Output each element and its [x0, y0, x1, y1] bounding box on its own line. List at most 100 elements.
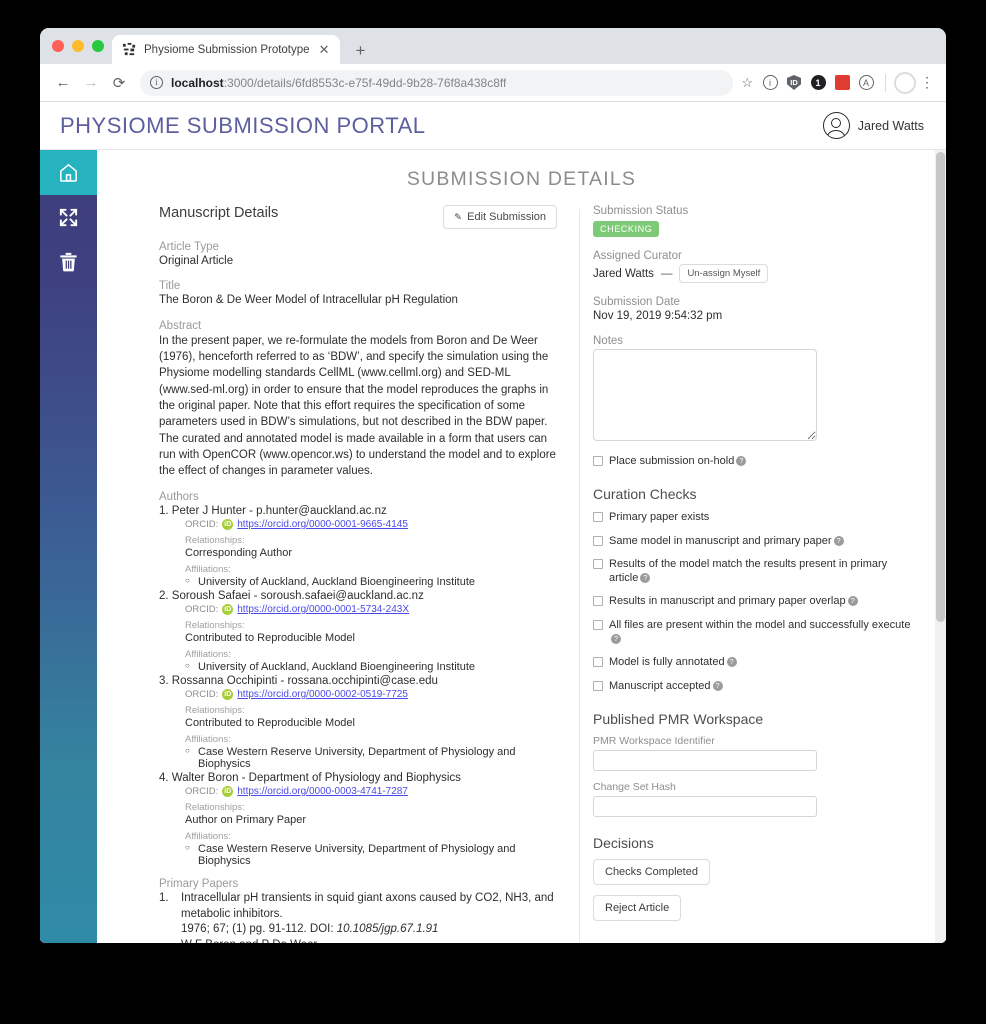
curation-check-checkbox[interactable] [593, 619, 603, 630]
on-hold-checkbox-row[interactable]: Place submission on-hold? [593, 454, 918, 468]
status-panel: Submission Status CHECKING Assigned Cura… [580, 205, 946, 943]
tab-title: Physiome Submission Prototype [144, 43, 310, 56]
help-icon[interactable]: ? [833, 535, 844, 546]
curation-check-row[interactable]: Primary paper exists [593, 510, 918, 524]
manuscript-heading: Manuscript Details [159, 205, 279, 221]
edit-submission-button[interactable]: ✎ Edit Submission [443, 205, 557, 229]
web-app: PHYSIOME SUBMISSION PORTAL Jared Watts S… [40, 102, 946, 943]
minimize-window-button[interactable] [72, 40, 84, 52]
primary-papers-list: 1. Intracellular pH transients in squid g… [159, 891, 557, 943]
help-icon[interactable]: ? [712, 680, 723, 691]
tab-close-icon[interactable]: ✕ [317, 43, 332, 56]
relationship-value: Corresponding Author [185, 546, 293, 559]
browser-tab[interactable]: Physiome Submission Prototype ✕ [112, 35, 341, 64]
close-window-button[interactable] [52, 40, 64, 52]
help-icon[interactable]: ? [726, 657, 737, 668]
help-icon[interactable]: ? [611, 634, 621, 645]
orcid-row: ORCID: iD https://orcid.org/0000-0001-5734… [185, 603, 557, 615]
unassign-myself-button[interactable]: Un-assign Myself [679, 264, 769, 283]
manuscript-header: Manuscript Details ✎ Edit Submission [159, 205, 557, 229]
site-info-icon[interactable]: i [150, 76, 163, 89]
curation-check-checkbox[interactable] [593, 596, 603, 607]
check-text: Primary paper exists [609, 511, 710, 524]
orcid-label: ORCID: [185, 603, 219, 615]
curation-check-row[interactable]: Manuscript accepted? [593, 679, 918, 693]
browser-menu-icon[interactable]: ⋮ [918, 74, 936, 91]
author-entry: 1. Peter J Hunter - p.hunter@auckland.ac… [159, 505, 557, 588]
browser-tab-strip: Physiome Submission Prototype ✕ + [40, 28, 946, 64]
paper-title: Intracellular pH transients in squid gia… [181, 891, 554, 920]
orcid-icon: iD [222, 603, 234, 615]
sidebar-item-expand[interactable] [40, 195, 97, 240]
change-set-hash-label: Change Set Hash [593, 780, 676, 793]
extension-info-icon[interactable]: i [759, 72, 781, 94]
check-text: All files are present within the model a… [609, 618, 911, 631]
curation-check-checkbox[interactable] [593, 535, 603, 546]
change-set-hash-input[interactable] [593, 795, 817, 817]
curation-check-label: All files are present within the model a… [609, 618, 918, 647]
curation-check-row[interactable]: Results of the model match the results p… [593, 557, 918, 586]
notes-textarea[interactable] [593, 349, 817, 441]
forward-button[interactable]: → [78, 70, 104, 96]
maximize-window-button[interactable] [92, 40, 104, 52]
affiliations-label: Affiliations: [185, 830, 231, 842]
profile-avatar-icon[interactable] [894, 71, 916, 94]
help-icon[interactable]: ? [736, 456, 747, 466]
orcid-link[interactable]: https://orcid.org/0000-0002-0519-7725 [237, 689, 408, 700]
orcid-icon: iD [222, 785, 234, 797]
primary-paper-item: 1. Intracellular pH transients in squid g… [159, 891, 557, 943]
on-hold-checkbox[interactable] [593, 456, 603, 466]
checks-completed-button[interactable]: Checks Completed [593, 858, 710, 885]
bookmark-star-icon[interactable]: ☆ [741, 75, 753, 91]
trash-icon [60, 252, 77, 272]
orcid-link[interactable]: https://orcid.org/0000-0001-5734-243X [237, 604, 409, 615]
affiliation-item: Case Western Reserve University, Departm… [185, 843, 557, 867]
curation-check-label: Manuscript accepted? [609, 679, 723, 693]
orcid-link[interactable]: https://orcid.org/0000-0001-9665-4145 [237, 519, 408, 530]
affiliations-label: Affiliations: [185, 733, 231, 745]
check-text: Manuscript accepted [609, 679, 711, 692]
extension-shield-icon[interactable]: ID [783, 72, 805, 94]
curation-check-row[interactable]: Same model in manuscript and primary pap… [593, 534, 918, 548]
author-entry: 3. Rossanna Occhipinti - rossana.occhipi… [159, 675, 557, 770]
curator-row: Jared Watts — Un-assign Myself [593, 264, 918, 283]
help-icon[interactable]: ? [640, 573, 651, 584]
main-content: SUBMISSION DETAILS Manuscript Details ✎ … [97, 150, 946, 943]
help-icon[interactable]: ? [847, 596, 858, 607]
curation-check-row[interactable]: All files are present within the model a… [593, 618, 918, 647]
curation-check-checkbox[interactable] [593, 558, 603, 569]
curation-checks-list: Primary paper exists Same model in manusc… [593, 510, 918, 693]
page-scrollbar-track[interactable] [935, 150, 946, 943]
curation-checks-heading: Curation Checks [593, 486, 697, 503]
extension-a-icon[interactable]: A [855, 72, 877, 94]
reload-button[interactable]: ⟳ [106, 70, 132, 96]
curation-check-row[interactable]: Results in manuscript and primary paper … [593, 594, 918, 608]
check-text: Same model in manuscript and primary pap… [609, 534, 832, 547]
page-scrollbar-thumb[interactable] [936, 152, 945, 622]
new-tab-button[interactable]: + [350, 42, 370, 59]
toolbar-divider [885, 73, 886, 92]
orcid-link[interactable]: https://orcid.org/0000-0003-4741-7287 [237, 786, 408, 797]
back-button[interactable]: ← [50, 70, 76, 96]
author-details: ORCID: iD https://orcid.org/0000-0001-9665… [159, 518, 557, 588]
curation-check-checkbox[interactable] [593, 512, 603, 523]
curation-check-row[interactable]: Model is fully annotated? [593, 655, 918, 669]
curation-check-checkbox[interactable] [593, 680, 603, 691]
favicon-icon [122, 42, 136, 56]
field-primary-papers: Primary Papers 1. Intracellular pH transi… [159, 878, 557, 943]
curation-check-label: Results of the model match the results p… [609, 557, 918, 586]
extension-red-icon[interactable] [831, 72, 853, 94]
curation-check-checkbox[interactable] [593, 657, 603, 668]
pmr-workspace-input[interactable] [593, 749, 817, 771]
sidebar-item-trash[interactable] [40, 240, 97, 285]
curation-check-label: Same model in manuscript and primary pap… [609, 534, 844, 548]
info-circle-icon: i [762, 75, 778, 90]
user-menu[interactable]: Jared Watts [822, 112, 924, 139]
abstract-value: In the present paper, we re-formulate th… [159, 334, 556, 478]
extension-badge-icon[interactable]: 1 [807, 72, 829, 94]
sidebar-item-home[interactable] [40, 150, 97, 195]
address-bar[interactable]: i localhost:3000/details/6fd8553c-e75f-4… [140, 69, 734, 96]
reject-article-button[interactable]: Reject Article [593, 894, 682, 921]
primary-papers-label: Primary Papers [159, 877, 239, 890]
block-assigned-curator: Assigned Curator Jared Watts — Un-assign… [593, 250, 918, 283]
